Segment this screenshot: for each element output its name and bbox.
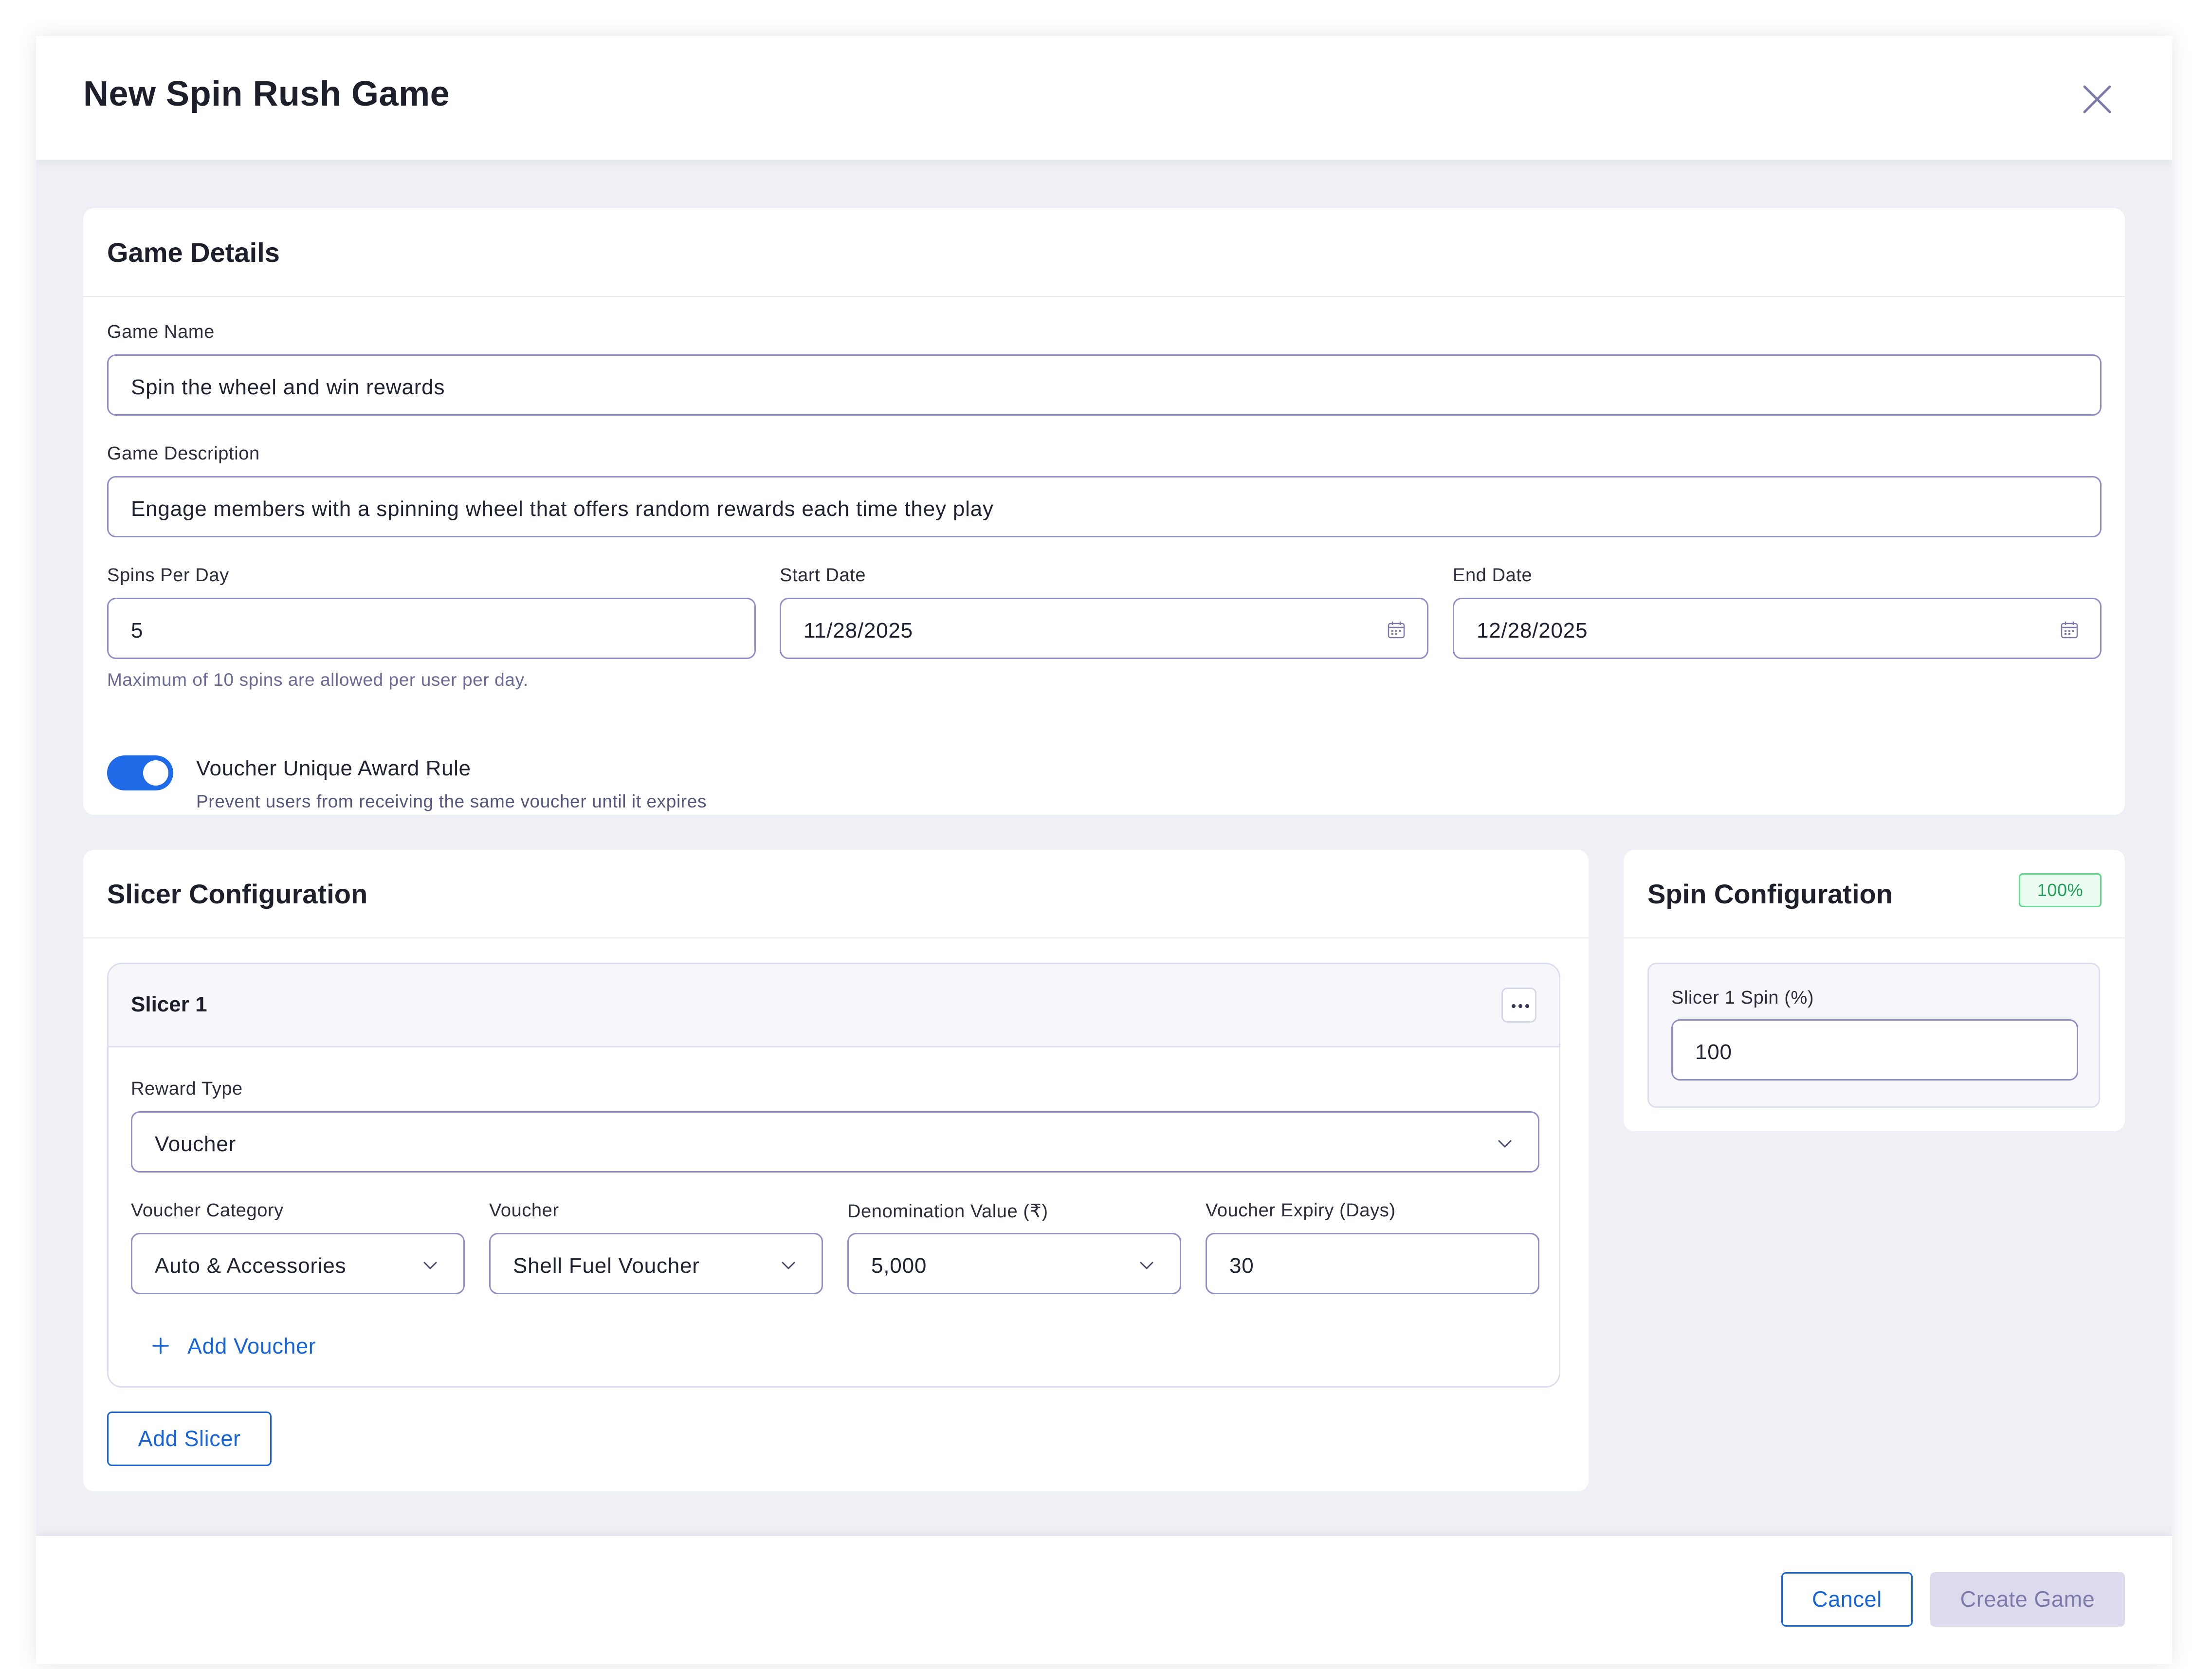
modal-header: New Spin Rush Game — [36, 36, 2172, 160]
calendar-icon[interactable] — [2060, 621, 2079, 639]
spins-per-day-input[interactable]: 5 — [107, 598, 756, 659]
slicer-item: Slicer 1 Reward Type Voucher Voucher Cat… — [107, 963, 1560, 1388]
voucher-rule-title: Voucher Unique Award Rule — [196, 756, 471, 780]
new-game-modal: New Spin Rush Game Game Details Game Nam… — [36, 36, 2172, 1664]
game-details-card: Game Details Game Name Spin the wheel an… — [83, 208, 2125, 815]
voucher-unique-toggle[interactable] — [107, 755, 173, 790]
start-date-input[interactable]: 11/28/2025 — [780, 598, 1428, 659]
toggle-knob — [143, 760, 168, 786]
voucher-expiry-value: 30 — [1229, 1254, 1254, 1278]
denomination-select[interactable]: 5,000 — [847, 1233, 1181, 1294]
modal-title: New Spin Rush Game — [83, 74, 450, 113]
denomination-label: Denomination Value (₹) — [847, 1201, 1048, 1222]
slicer-1-spin-label: Slicer 1 Spin (%) — [1671, 988, 1814, 1008]
cancel-button[interactable]: Cancel — [1781, 1572, 1913, 1627]
voucher-category-label: Voucher Category — [131, 1200, 284, 1221]
game-name-value: Spin the wheel and win rewards — [131, 375, 445, 399]
plus-icon — [152, 1338, 169, 1354]
spin-configuration-card: Spin Configuration 100% Slicer 1 Spin (%… — [1624, 850, 2125, 1131]
spins-helper-text: Maximum of 10 spins are allowed per user… — [107, 670, 529, 690]
voucher-category-value: Auto & Accessories — [155, 1254, 347, 1278]
reward-type-label: Reward Type — [131, 1079, 243, 1099]
spins-per-day-label: Spins Per Day — [107, 565, 229, 586]
spins-per-day-value: 5 — [131, 619, 144, 642]
game-details-header: Game Details — [83, 208, 2125, 297]
slicer-title: Slicer 1 — [131, 992, 207, 1016]
slicer-menu-button[interactable] — [1501, 988, 1536, 1023]
start-date-label: Start Date — [780, 565, 866, 586]
slicer-configuration-header: Slicer Configuration — [83, 850, 1589, 938]
chevron-down-icon — [1498, 1140, 1512, 1148]
calendar-icon[interactable] — [1387, 621, 1406, 639]
voucher-expiry-label: Voucher Expiry (Days) — [1206, 1200, 1396, 1221]
close-button[interactable] — [2078, 80, 2117, 119]
spin-configuration-header: Spin Configuration 100% — [1624, 850, 2125, 938]
slicer-1-spin-value: 100 — [1695, 1040, 1732, 1064]
voucher-label: Voucher — [489, 1200, 559, 1221]
modal-footer: Cancel Create Game — [36, 1536, 2172, 1664]
game-details-title: Game Details — [107, 237, 280, 268]
voucher-category-select[interactable]: Auto & Accessories — [131, 1233, 465, 1294]
more-horizontal-icon-dot — [1518, 1004, 1522, 1008]
game-name-label: Game Name — [107, 322, 215, 342]
reward-type-value: Voucher — [155, 1132, 237, 1156]
slicer-configuration-card: Slicer Configuration Slicer 1 Reward Typ… — [83, 850, 1589, 1491]
close-icon — [2083, 85, 2111, 113]
chevron-down-icon — [1140, 1262, 1153, 1269]
voucher-select[interactable]: Shell Fuel Voucher — [489, 1233, 823, 1294]
chevron-down-icon — [423, 1262, 437, 1269]
slicer-spin-box: Slicer 1 Spin (%) 100 — [1647, 963, 2100, 1108]
add-slicer-button[interactable]: Add Slicer — [107, 1412, 272, 1466]
game-name-input[interactable]: Spin the wheel and win rewards — [107, 354, 2102, 416]
create-game-button[interactable]: Create Game — [1930, 1572, 2125, 1627]
total-percentage-badge: 100% — [2019, 873, 2102, 907]
chevron-down-icon — [782, 1262, 795, 1269]
add-voucher-label: Add Voucher — [187, 1334, 316, 1358]
voucher-value: Shell Fuel Voucher — [513, 1254, 700, 1278]
more-horizontal-icon-dot — [1525, 1004, 1529, 1008]
voucher-expiry-input[interactable]: 30 — [1206, 1233, 1539, 1294]
more-horizontal-icon — [1512, 1004, 1516, 1008]
spin-configuration-title: Spin Configuration — [1647, 879, 1893, 909]
slicer-1-spin-input[interactable]: 100 — [1671, 1019, 2078, 1081]
end-date-label: End Date — [1453, 565, 1533, 586]
voucher-rule-description: Prevent users from receiving the same vo… — [196, 791, 707, 811]
game-description-input[interactable]: Engage members with a spinning wheel tha… — [107, 476, 2102, 537]
reward-type-select[interactable]: Voucher — [131, 1111, 1539, 1173]
denomination-value: 5,000 — [871, 1254, 927, 1278]
game-description-label: Game Description — [107, 443, 260, 464]
end-date-input[interactable]: 12/28/2025 — [1453, 598, 2102, 659]
slicer-configuration-title: Slicer Configuration — [107, 879, 368, 909]
end-date-value: 12/28/2025 — [1477, 619, 1588, 642]
start-date-value: 11/28/2025 — [804, 619, 913, 642]
game-description-value: Engage members with a spinning wheel tha… — [131, 497, 994, 521]
slicer-header: Slicer 1 — [109, 964, 1559, 1047]
